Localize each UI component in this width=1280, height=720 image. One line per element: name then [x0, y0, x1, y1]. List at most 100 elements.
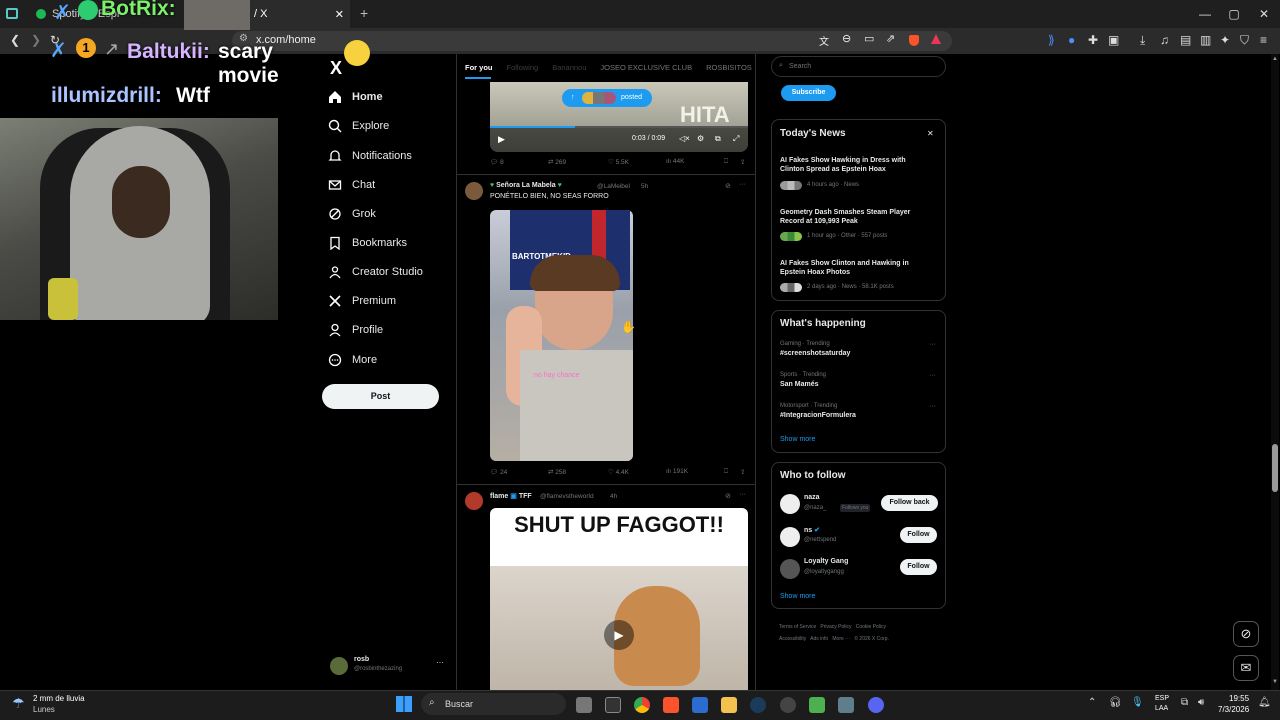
install-icon[interactable]: ▭	[864, 32, 874, 45]
shield-icon[interactable]: ⛉	[1240, 33, 1249, 48]
menu-icon[interactable]: ≡	[1260, 33, 1267, 47]
follow-name[interactable]: ns ✔	[804, 526, 820, 534]
video-player[interactable]: HITA ↑ posted ▶ 0:03 / 0:09 ◁× ⚙ ⧉ ⤢	[490, 82, 748, 152]
nav-explore[interactable]: Explore	[328, 119, 389, 133]
translate-icon[interactable]: 文	[819, 33, 829, 48]
footer-link[interactable]: Accessibility	[779, 636, 806, 642]
avatar[interactable]	[465, 182, 483, 200]
scrollbar-thumb[interactable]	[1272, 444, 1278, 492]
post-author[interactable]: ♥ Señora La Mabela ♥	[490, 182, 562, 189]
close-icon[interactable]: ✕	[927, 129, 934, 138]
store-icon[interactable]	[692, 697, 708, 713]
more-dots-icon[interactable]: ···	[739, 181, 746, 188]
tab-following[interactable]: Following	[507, 63, 539, 72]
avatar[interactable]	[780, 559, 800, 579]
footer-link[interactable]: Ads info	[810, 636, 828, 642]
vpn-icon[interactable]: ●	[1068, 33, 1075, 47]
grok-float-button[interactable]: ⊘	[1233, 621, 1259, 647]
share-icon[interactable]: ⇪	[740, 468, 745, 476]
avatar[interactable]	[780, 527, 800, 547]
reply-count[interactable]: 💬︎ 24	[490, 468, 507, 476]
leo-icon[interactable]: ✦	[1220, 33, 1230, 47]
search-input[interactable]: ⌕ Search	[771, 56, 946, 77]
tab-for-you[interactable]: For you	[465, 63, 493, 72]
nav-more[interactable]: More	[328, 353, 377, 367]
footer-link[interactable]: Privacy Policy	[820, 624, 851, 630]
play-icon[interactable]: ▶	[498, 134, 505, 145]
nav-profile[interactable]: Profile	[328, 323, 383, 337]
grok-icon[interactable]: ⊘	[725, 182, 731, 190]
app-icon[interactable]	[780, 697, 796, 713]
bookmark-icon[interactable]: ⎕	[724, 468, 728, 476]
more-dots-icon[interactable]: ···	[929, 341, 936, 348]
clock-time[interactable]: 19:55	[1229, 694, 1249, 703]
footer-link[interactable]: More ···	[832, 636, 850, 642]
follow-name[interactable]: naza	[804, 494, 820, 501]
new-tab-button[interactable]: +	[360, 5, 368, 21]
more-dots-icon[interactable]: ···	[436, 658, 444, 667]
like-count[interactable]: ♡ 5.5K	[608, 158, 629, 166]
settings-icon[interactable]: ⚙	[697, 134, 704, 143]
post-author[interactable]: flame ▣ TFF	[490, 492, 532, 500]
like-count[interactable]: ♡ 4.4K	[608, 468, 629, 476]
posted-pill[interactable]: ↑ posted	[562, 89, 652, 107]
download-icon[interactable]: ⤓	[1140, 33, 1145, 48]
more-dots-icon[interactable]: ···	[929, 372, 936, 379]
follow-back-button[interactable]: Follow back	[881, 495, 938, 511]
view-count[interactable]: ılı 191K	[666, 468, 688, 475]
news-title[interactable]: AI Fakes Show Clinton and Hawking in Eps…	[780, 259, 930, 277]
volume-icon[interactable]: 🔊︎	[1198, 697, 1204, 708]
reply-count[interactable]: 💬︎ 8	[490, 158, 504, 166]
nav-premium[interactable]: Premium	[328, 294, 396, 308]
footer-link[interactable]: Cookie Policy	[856, 624, 886, 630]
notification-icon[interactable]: 🔔︎	[1258, 697, 1271, 708]
x-logo[interactable]: X	[330, 58, 342, 79]
post-image[interactable]: BARTOTMEKID no hay chance	[490, 210, 633, 461]
weather-icon[interactable]: ☂	[12, 695, 25, 712]
maximize-button[interactable]: ▢	[1217, 7, 1251, 21]
follow-name[interactable]: Loyalty Gang	[804, 558, 848, 565]
nav-home[interactable]: Home	[328, 90, 383, 104]
taskview-icon[interactable]	[576, 697, 592, 713]
url-field[interactable]: ⚙ x.com/home 文 ⊖ ▭ ⇗	[232, 31, 952, 51]
extension-icon[interactable]: ⟫	[1048, 33, 1055, 47]
weather-text[interactable]: 2 mm de lluvia	[33, 694, 85, 703]
avatar[interactable]	[465, 492, 483, 510]
brave-icon[interactable]	[663, 697, 679, 713]
fullscreen-icon[interactable]: ⤢	[733, 134, 739, 144]
more-dots-icon[interactable]: ···	[739, 491, 746, 498]
wallet-icon[interactable]: ▣	[1108, 33, 1119, 47]
nav-chat[interactable]: Chat	[328, 178, 375, 192]
scrollbar-track[interactable]: ▲ ▼	[1271, 54, 1279, 690]
trend-topic[interactable]: #screenshotsaturday	[780, 350, 850, 357]
brave-shield-icon[interactable]	[909, 35, 919, 46]
post-handle[interactable]: @LaMeibel	[597, 183, 630, 190]
share-icon[interactable]: ⇗	[886, 32, 895, 45]
bookmark-icon[interactable]: ⎕	[724, 158, 728, 166]
steam-icon[interactable]	[750, 697, 766, 713]
account-switcher[interactable]: rosb @rosbinthezazing ···	[330, 655, 448, 679]
app-icon[interactable]	[838, 697, 854, 713]
mic-icon[interactable]: 🎙︎	[1131, 697, 1144, 708]
pip-icon[interactable]: ⧉	[715, 134, 721, 144]
grok-icon[interactable]: ⊘	[725, 492, 731, 500]
play-icon[interactable]: ▶	[604, 620, 634, 650]
show-more-link[interactable]: Show more	[780, 436, 815, 443]
tab-joseo[interactable]: JOSEO EXCLUSIVE CLUB	[600, 63, 692, 72]
taskbar-search[interactable]: ⌕ Buscar	[421, 693, 566, 715]
zoom-icon[interactable]: ⊖	[842, 32, 851, 45]
repost-count[interactable]: ⇄ 258	[548, 468, 566, 476]
scroll-down-icon[interactable]: ▼	[1272, 679, 1278, 685]
trend-topic[interactable]: San Mamés	[780, 381, 819, 388]
discord-icon[interactable]	[868, 697, 884, 713]
display-icon[interactable]: ⧉	[1181, 697, 1188, 708]
footer-link[interactable]: Terms of Service	[779, 624, 816, 630]
chrome-icon[interactable]	[634, 697, 650, 713]
post-handle[interactable]: @flamevstheworld	[540, 493, 594, 500]
trend-topic[interactable]: #IntegracionFormulera	[780, 412, 856, 419]
subscribe-button[interactable]: Subscribe	[781, 85, 836, 101]
tab-banannou[interactable]: Banannou	[552, 63, 586, 72]
post-video[interactable]: SHUT UP FAGGOT!! ▶	[490, 508, 748, 690]
puzzle-icon[interactable]: ✚	[1088, 33, 1098, 47]
mute-icon[interactable]: ◁×	[679, 134, 690, 143]
